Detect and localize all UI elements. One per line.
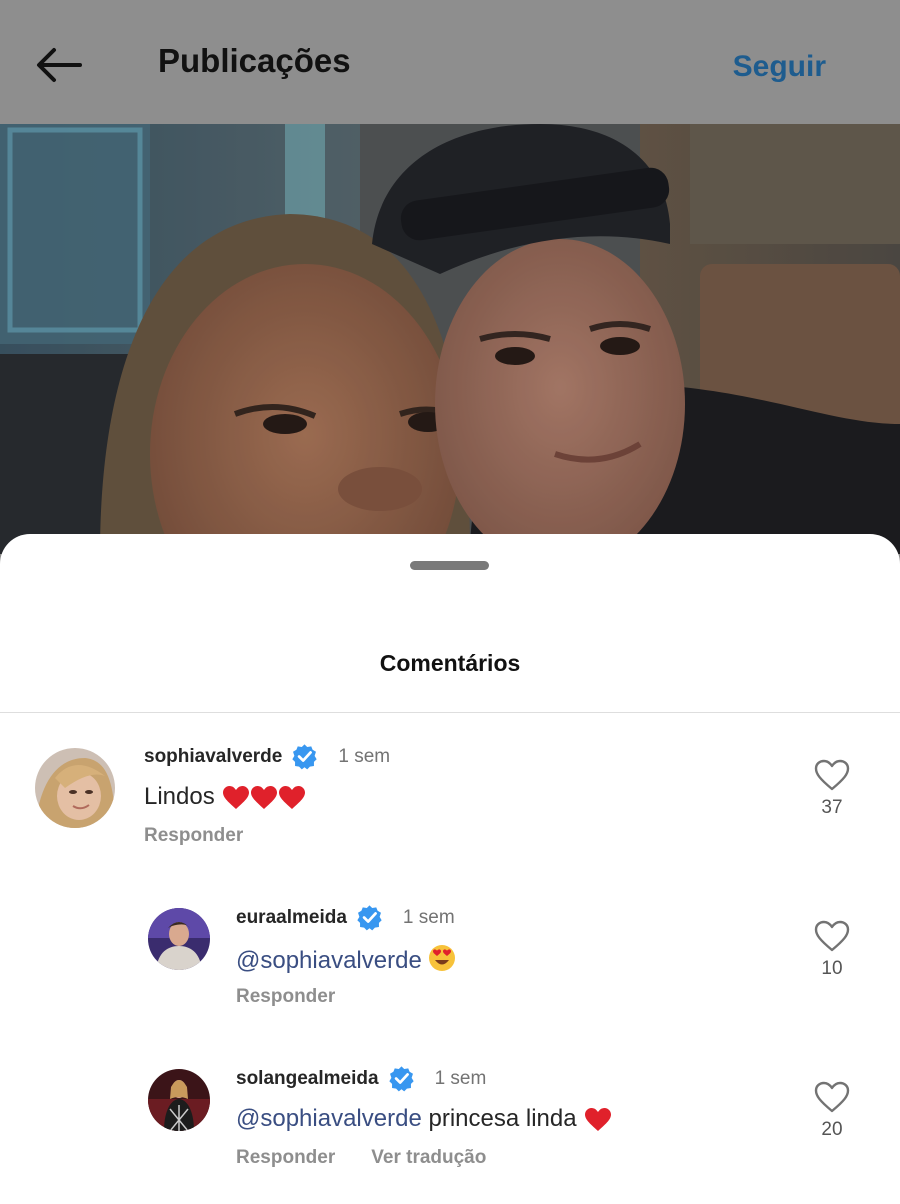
avatar-image: [148, 908, 210, 970]
comment-text: @sophiavalverde: [236, 944, 456, 975]
comment-username[interactable]: solangealmeida: [236, 1068, 379, 1090]
page-title: Publicações: [158, 42, 351, 79]
verified-badge-icon: [388, 1066, 414, 1092]
like-count: 10: [821, 958, 843, 979]
mention-link[interactable]: @sophiavalverde: [236, 1105, 422, 1132]
comments-sheet: Comentários sophiavalverde 1 sem Lindos …: [0, 534, 900, 1204]
comment-text: Lindos: [144, 783, 306, 811]
follow-button[interactable]: Seguir: [733, 50, 826, 84]
heart-emoji-icon: [251, 785, 278, 809]
back-button[interactable]: [30, 38, 90, 92]
sheet-title: Comentários: [379, 650, 521, 676]
heart-eyes-smiley-icon: [428, 945, 455, 971]
comment-text: @sophiavalverde princesa linda: [236, 1105, 612, 1133]
comment-time: 1 sem: [402, 906, 455, 928]
comment-actions: Responder Ver tradução: [236, 1147, 486, 1169]
heart-outline-icon[interactable]: [814, 920, 850, 952]
reply-button[interactable]: Responder: [144, 825, 243, 847]
comment-meta: sophiavalverde 1 sem: [144, 743, 390, 770]
reply-button[interactable]: Responder: [236, 986, 335, 1008]
see-translation-button[interactable]: Ver tradução: [371, 1147, 486, 1169]
reply-item: euraalmeida 1 sem @sophiavalverde Respon…: [0, 900, 900, 1030]
comment-actions: Responder: [236, 986, 335, 1008]
comment-time: 1 sem: [338, 745, 391, 767]
verified-badge-icon: [292, 744, 317, 770]
sheet-drag-handle[interactable]: [410, 561, 489, 570]
comment-username[interactable]: euraalmeida: [236, 907, 347, 929]
avatar[interactable]: [148, 908, 210, 970]
post-photo[interactable]: [0, 124, 900, 554]
comment-time: 1 sem: [434, 1067, 487, 1089]
mention-link[interactable]: @sophiavalverde: [236, 947, 422, 974]
like-control: 10: [812, 920, 852, 980]
avatar-image: [35, 748, 115, 828]
comment-username[interactable]: sophiavalverde: [144, 746, 282, 768]
heart-emoji-icon: [223, 785, 250, 809]
comment-body: princesa linda: [428, 1105, 577, 1132]
avatar[interactable]: [148, 1069, 210, 1131]
like-control: 37: [812, 759, 852, 819]
comment-item: sophiavalverde 1 sem Lindos Responder 37: [0, 739, 900, 869]
arrow-left-icon: [37, 48, 82, 82]
divider: [0, 712, 900, 713]
comment-meta: solangealmeida 1 sem: [236, 1065, 486, 1092]
comment-body: Lindos: [144, 783, 215, 810]
comment-meta: euraalmeida 1 sem: [236, 904, 455, 931]
reply-item: solangealmeida 1 sem @sophiavalverde pri…: [0, 1061, 900, 1201]
top-bar: Publicações Seguir: [0, 0, 900, 124]
reply-button[interactable]: Responder: [236, 1147, 335, 1169]
heart-emoji-icon: [279, 785, 306, 809]
verified-badge-icon: [357, 905, 382, 931]
avatar-image: [148, 1069, 210, 1131]
like-count: 37: [821, 797, 843, 818]
heart-emoji-icon: [585, 1107, 612, 1131]
post-photo-image: [0, 124, 900, 554]
heart-outline-icon[interactable]: [814, 759, 850, 791]
heart-outline-icon[interactable]: [814, 1081, 850, 1113]
avatar[interactable]: [35, 748, 115, 828]
comment-actions: Responder: [144, 825, 243, 847]
like-count: 20: [821, 1119, 843, 1140]
like-control: 20: [812, 1081, 852, 1141]
